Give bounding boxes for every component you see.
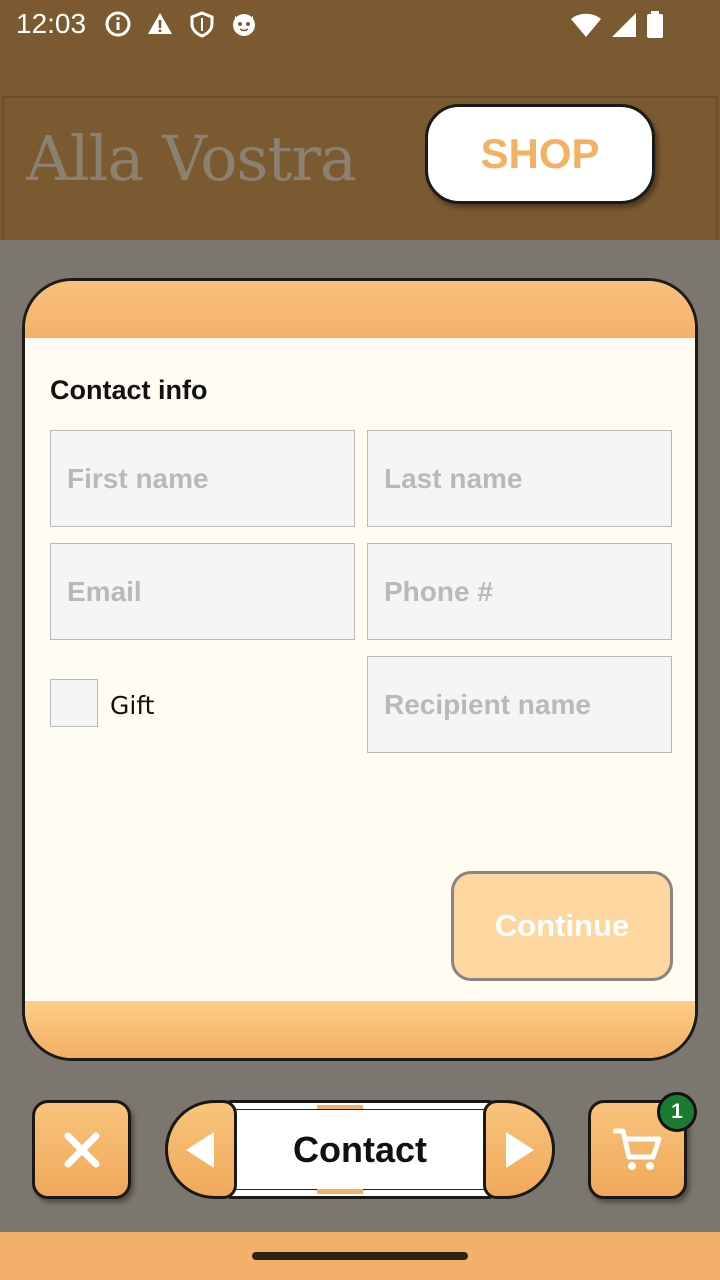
modal-bottom-band [25, 1001, 695, 1058]
warning-icon [146, 10, 174, 43]
status-bar: 12:03 [0, 0, 720, 50]
gift-label: Gift [110, 691, 155, 720]
app-header: Alla Vostra SHOP [0, 50, 720, 240]
last-name-field[interactable] [367, 430, 672, 527]
chevron-right-icon [506, 1131, 534, 1168]
info-icon [104, 10, 132, 43]
battery-icon [646, 10, 664, 45]
next-step-button[interactable] [483, 1100, 555, 1199]
chevron-left-icon [186, 1131, 214, 1168]
step-indicator: Contact [222, 1100, 498, 1199]
cart-icon [612, 1128, 661, 1170]
status-icons-left [104, 10, 258, 43]
system-nav-bar [0, 1232, 720, 1280]
close-button[interactable] [32, 1100, 131, 1199]
email-field[interactable] [50, 543, 355, 640]
signal-icon [610, 11, 638, 44]
previous-step-button[interactable] [165, 1100, 237, 1199]
form-title: Contact info [50, 375, 208, 405]
gift-checkbox[interactable] [50, 679, 98, 727]
cart-count-badge: 1 [657, 1092, 697, 1132]
wifi-icon [570, 11, 602, 44]
cat-icon [230, 10, 258, 43]
phone-field[interactable] [367, 543, 672, 640]
step-label: Contact [293, 1128, 427, 1170]
contact-modal: Contact info Gift Continue [22, 278, 698, 1061]
shield-icon [188, 10, 216, 43]
brand-logo: Alla Vostra [26, 122, 357, 195]
recipient-name-field[interactable] [367, 656, 672, 753]
status-icons-right [570, 10, 664, 45]
home-indicator[interactable] [252, 1252, 468, 1260]
shop-button[interactable]: SHOP [425, 104, 655, 204]
status-time: 12:03 [16, 8, 87, 39]
close-icon [64, 1132, 99, 1167]
first-name-field[interactable] [50, 430, 355, 527]
bottom-toolbar: Contact 1 [0, 1090, 720, 1210]
modal-top-band [25, 281, 695, 338]
continue-button[interactable]: Continue [451, 871, 673, 981]
